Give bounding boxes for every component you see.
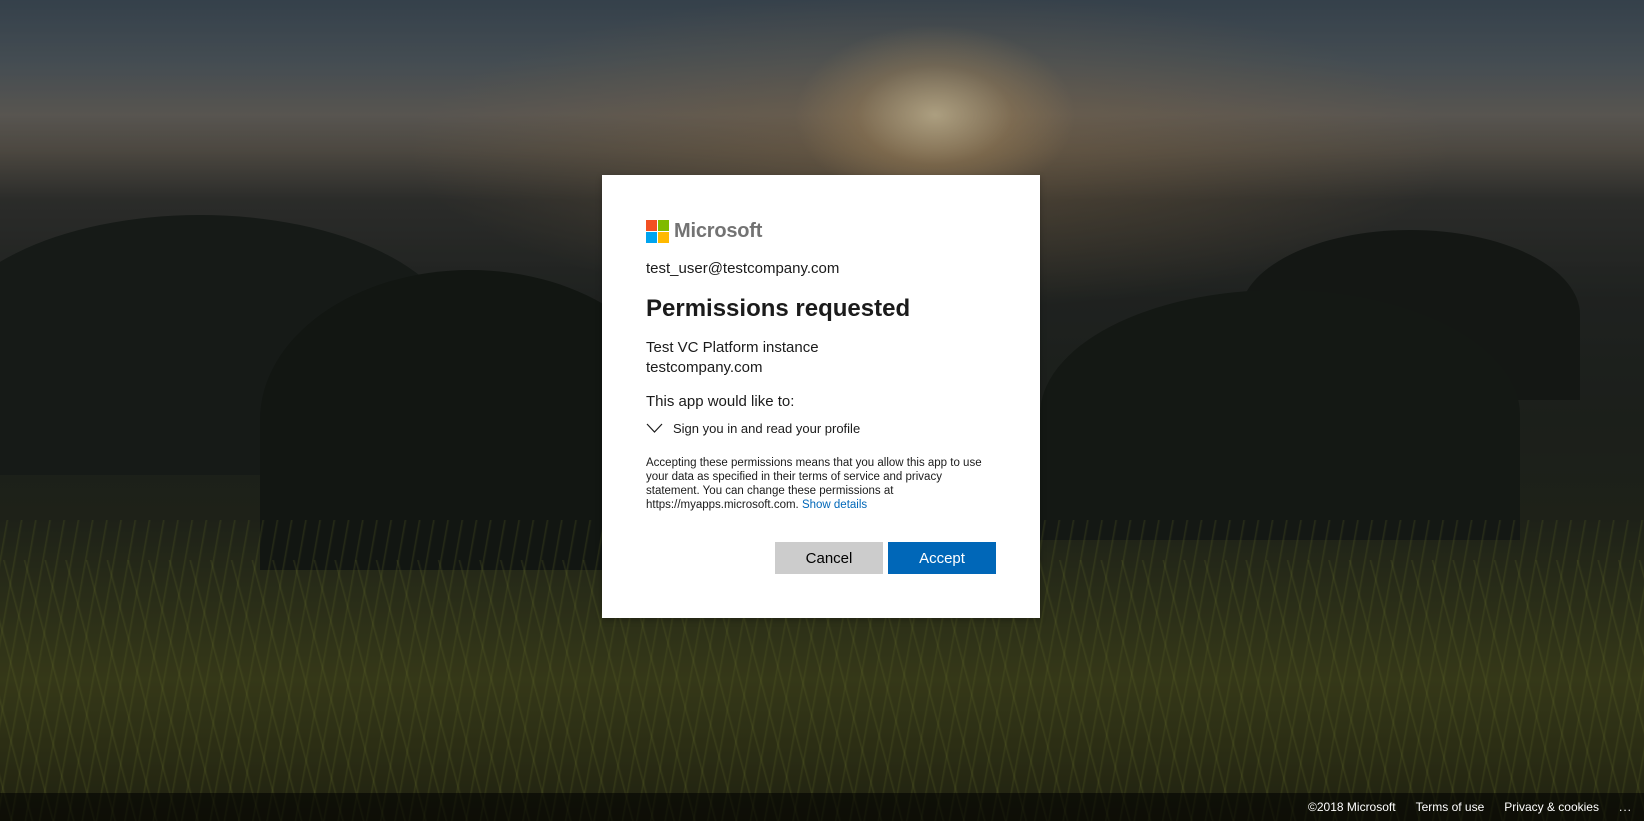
page-footer: ©2018 Microsoft Terms of use Privacy & c… [0, 793, 1644, 821]
account-email: test_user@testcompany.com [646, 260, 840, 277]
show-details-link[interactable]: Show details [802, 499, 867, 511]
logo-square-green [658, 219, 669, 231]
cancel-button[interactable]: Cancel [775, 542, 883, 574]
permissions-dialog: Microsoft test_user@testcompany.com Perm… [602, 175, 1040, 618]
brand-logo: Microsoft [646, 219, 996, 243]
terms-of-use-link[interactable]: Terms of use [1416, 800, 1485, 814]
privacy-cookies-link[interactable]: Privacy & cookies [1504, 800, 1599, 814]
permission-item[interactable]: Sign you in and read your profile [646, 419, 996, 437]
logo-square-yellow [658, 231, 669, 243]
permission-label: Sign you in and read your profile [673, 420, 861, 436]
permissions-intro: This app would like to: [646, 393, 795, 410]
app-name: Test VC Platform instance [646, 339, 819, 356]
chevron-down-icon[interactable] [646, 422, 663, 434]
microsoft-logo-icon [646, 219, 669, 243]
accept-button[interactable]: Accept [888, 542, 996, 574]
consent-disclaimer: Accepting these permissions means that y… [646, 456, 996, 512]
page-title: Permissions requested [646, 295, 911, 322]
logo-square-red [646, 219, 657, 231]
app-domain: testcompany.com [646, 359, 763, 376]
copyright-text: ©2018 Microsoft [1308, 800, 1396, 814]
dialog-actions: Cancel Accept [775, 542, 996, 574]
logo-square-blue [646, 231, 657, 243]
more-options-button[interactable]: ... [1619, 800, 1632, 814]
brand-name: Microsoft [674, 219, 763, 242]
